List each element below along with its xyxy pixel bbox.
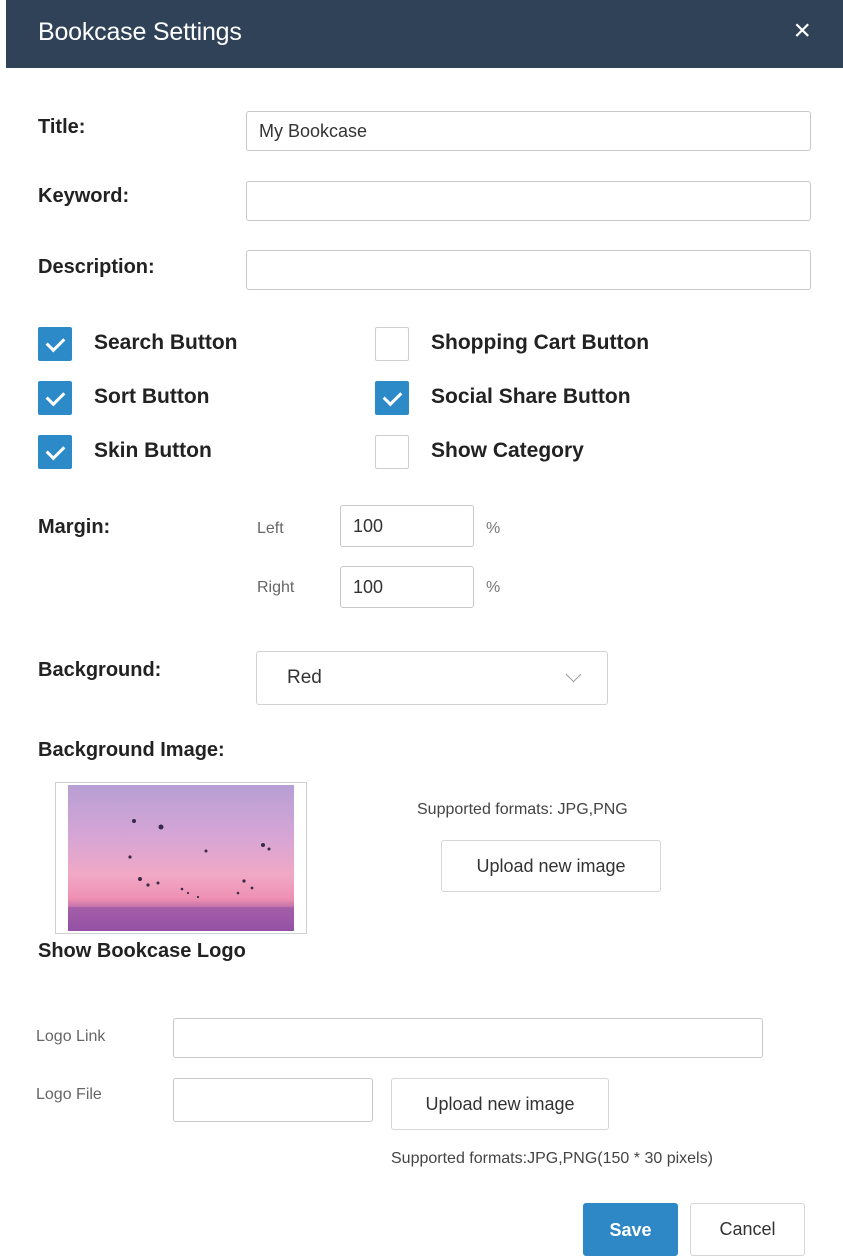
keyword-input[interactable]: [246, 181, 811, 221]
logo-supported-formats: Supported formats:JPG,PNG(150 * 30 pixel…: [391, 1150, 713, 1167]
shopping-cart-button-checkbox[interactable]: [375, 327, 409, 361]
margin-label: Margin:: [38, 516, 111, 538]
show-category-checkbox[interactable]: [375, 435, 409, 469]
dialog-header: Bookcase Settings ×: [6, 0, 843, 68]
skin-button-checkbox[interactable]: [38, 435, 72, 469]
social-share-button-checkbox[interactable]: [375, 381, 409, 415]
logo-upload-button[interactable]: Upload new image: [391, 1078, 609, 1130]
logo-file-input[interactable]: [173, 1078, 373, 1122]
chevron-down-icon: [565, 666, 582, 683]
margin-left-label: Left: [257, 520, 284, 537]
search-button-label: Search Button: [94, 331, 238, 354]
shopping-cart-button-label: Shopping Cart Button: [431, 331, 650, 354]
background-image-label: Background Image:: [38, 739, 225, 761]
margin-right-unit: %: [486, 579, 501, 596]
keyword-label: Keyword:: [38, 185, 130, 207]
logo-link-input[interactable]: [173, 1018, 763, 1058]
background-label: Background:: [38, 659, 162, 681]
title-label: Title:: [38, 116, 86, 138]
background-select-value: Red: [287, 667, 322, 688]
save-button[interactable]: Save: [583, 1203, 678, 1256]
show-category-label: Show Category: [431, 439, 584, 462]
background-upload-button[interactable]: Upload new image: [441, 840, 661, 892]
description-input[interactable]: [246, 250, 811, 290]
social-share-button-label: Social Share Button: [431, 385, 631, 408]
show-bookcase-logo-heading: Show Bookcase Logo: [38, 940, 246, 962]
sort-button-label: Sort Button: [94, 385, 210, 408]
logo-link-label: Logo Link: [36, 1028, 106, 1045]
search-button-checkbox[interactable]: [38, 327, 72, 361]
check-icon: [45, 386, 66, 407]
check-icon: [45, 440, 66, 461]
background-supported-formats: Supported formats: JPG,PNG: [417, 801, 628, 818]
background-select[interactable]: Red: [256, 651, 608, 705]
description-label: Description:: [38, 256, 155, 278]
cancel-button[interactable]: Cancel: [690, 1203, 805, 1256]
margin-right-label: Right: [257, 579, 295, 596]
check-icon: [382, 386, 403, 407]
dialog-title: Bookcase Settings: [38, 18, 242, 46]
background-image-preview: [55, 782, 307, 934]
title-input[interactable]: [246, 111, 811, 151]
sunset-birds-image: [68, 785, 294, 931]
close-icon[interactable]: ×: [793, 16, 811, 46]
logo-file-label: Logo File: [36, 1086, 102, 1103]
check-icon: [45, 332, 66, 353]
skin-button-label: Skin Button: [94, 439, 212, 462]
margin-right-input[interactable]: [340, 566, 474, 608]
sort-button-checkbox[interactable]: [38, 381, 72, 415]
margin-left-input[interactable]: [340, 505, 474, 547]
margin-left-unit: %: [486, 520, 501, 537]
